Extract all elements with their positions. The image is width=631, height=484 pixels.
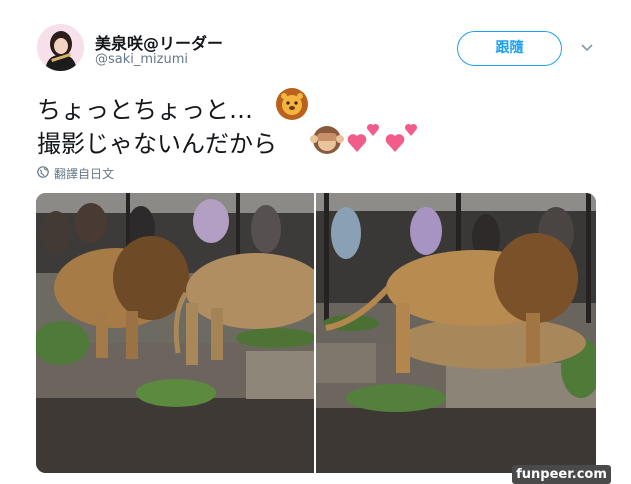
avatar[interactable] bbox=[37, 24, 84, 71]
two-hearts-icon bbox=[385, 122, 421, 160]
translate-link[interactable]: 翻譯自日文 bbox=[37, 165, 114, 181]
tweet-text-line-2: 撮影じゃないんだから bbox=[37, 124, 277, 159]
watermark-text: funpeer.com bbox=[512, 465, 611, 484]
see-no-evil-monkey-icon bbox=[310, 122, 344, 160]
chevron-down-icon[interactable] bbox=[580, 40, 594, 54]
media-grid bbox=[36, 193, 596, 473]
globe-icon bbox=[37, 165, 49, 181]
display-name[interactable]: 美泉咲@リーダー bbox=[95, 30, 223, 54]
two-hearts-icon bbox=[347, 122, 383, 160]
tweet-text: 撮影じゃないんだから bbox=[37, 130, 277, 158]
tweet-text-line-1: ちょっとちょっと… bbox=[37, 90, 253, 125]
tweet-photo-left[interactable] bbox=[36, 193, 326, 473]
translate-label: 翻譯自日文 bbox=[54, 166, 115, 181]
lion-emoji-icon bbox=[275, 87, 309, 125]
user-handle[interactable]: @saki_mizumi bbox=[95, 52, 188, 67]
tweet-text: ちょっとちょっと… bbox=[37, 96, 253, 124]
tweet-photo-right[interactable] bbox=[316, 193, 596, 473]
follow-button[interactable]: 跟隨 bbox=[457, 31, 562, 66]
tweet-card: 美泉咲@リーダー @saki_mizumi 跟隨 ちょっとちょっと… 撮影じゃな… bbox=[0, 0, 631, 484]
